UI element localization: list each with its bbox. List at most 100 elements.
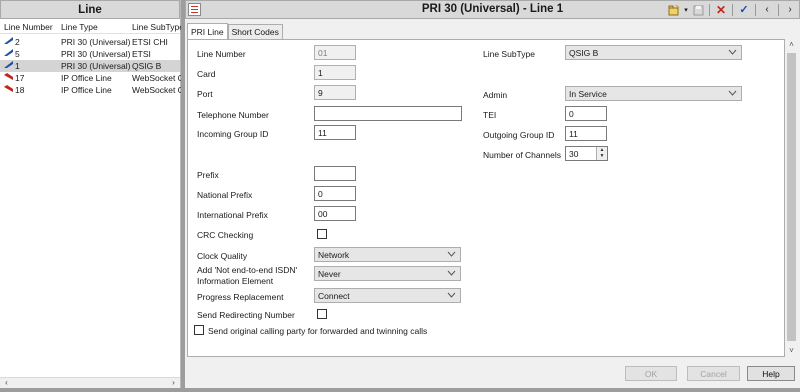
detail-title-bar: PRI 30 (Universal) - Line 1 ▾ ✕ ✓ ‹ › <box>185 0 800 19</box>
national-prefix-input[interactable]: 0 <box>314 186 356 201</box>
column-header-line-subtype[interactable]: Line SubType <box>132 22 184 32</box>
column-header-line-number[interactable]: Line Number <box>4 22 53 32</box>
line-number-cell: 17 <box>15 73 25 83</box>
previous-icon[interactable]: ‹ <box>760 4 774 17</box>
line-subtype-cell: ETSI <box>132 49 151 59</box>
telephone-number-input[interactable] <box>314 106 462 121</box>
save-icon[interactable] <box>691 4 705 17</box>
prefix-input[interactable] <box>314 166 356 181</box>
tei-input[interactable]: 0 <box>565 106 607 121</box>
line-type-cell: PRI 30 (Universal) <box>61 37 131 47</box>
vertical-scrollbar[interactable]: ˄ ˅ <box>785 39 798 357</box>
send-original-calling-party-label: Send original calling party for forwarde… <box>208 326 428 336</box>
line-number-cell: 5 <box>15 49 20 59</box>
pri-line-icon <box>4 37 13 44</box>
help-button[interactable]: Help <box>747 366 795 381</box>
progress-replacement-value: Connect <box>318 291 350 301</box>
line-list-panel: Line Line Number Line Type Line SubType … <box>0 0 184 388</box>
chevron-down-icon <box>728 88 737 98</box>
line-number-field: 01 <box>314 45 356 60</box>
not-end-to-end-label-line1: Add 'Not end-to-end ISDN' <box>197 265 298 275</box>
line-row[interactable]: 17 IP Office Line WebSocket C <box>0 72 184 84</box>
send-original-calling-party-checkbox[interactable] <box>194 325 204 335</box>
port-label: Port <box>197 89 213 99</box>
detail-toolbar: ▾ ✕ ✓ ‹ › <box>667 3 797 17</box>
admin-value: In Service <box>569 89 607 99</box>
incoming-group-id-input[interactable]: 11 <box>314 125 356 140</box>
number-of-channels-label: Number of Channels <box>483 150 561 160</box>
line-list-header: Line Number Line Type Line SubType <box>0 19 184 34</box>
tab-short-codes[interactable]: Short Codes <box>227 24 283 39</box>
international-prefix-input[interactable]: 00 <box>314 206 356 221</box>
number-of-channels-value: 30 <box>569 149 579 159</box>
line-number-cell: 18 <box>15 85 25 95</box>
new-icon[interactable] <box>667 4 681 17</box>
line-row[interactable]: 5 PRI 30 (Universal) ETSI <box>0 48 180 60</box>
line-row[interactable]: 1 PRI 30 (Universal) QSIG B <box>0 60 180 72</box>
scrollbar-thumb[interactable] <box>787 53 796 341</box>
clock-quality-label: Clock Quality <box>197 251 248 261</box>
line-subtype-label: Line SubType <box>483 49 535 59</box>
line-number-label: Line Number <box>197 49 246 59</box>
progress-replacement-label: Progress Replacement <box>197 292 284 302</box>
scroll-up-icon[interactable]: ˄ <box>785 39 798 51</box>
chevron-down-icon <box>728 47 737 57</box>
pri-line-icon <box>4 61 13 68</box>
delete-icon[interactable]: ✕ <box>714 4 728 17</box>
line-subtype-cell: WebSocket C <box>132 73 184 83</box>
line-type-cell: PRI 30 (Universal) <box>61 61 131 71</box>
stepper-down-icon[interactable]: ▼ <box>597 153 607 159</box>
line-list: 2 PRI 30 (Universal) ETSI CHI 5 PRI 30 (Univ… <box>0 36 184 96</box>
crc-checking-label: CRC Checking <box>197 230 254 240</box>
pri-line-icon <box>4 49 13 56</box>
toolbar-separator <box>732 4 733 16</box>
chevron-down-icon <box>447 290 456 300</box>
not-end-to-end-label-line2: Information Element <box>197 276 274 286</box>
line-subtype-cell: ETSI CHI <box>132 37 168 47</box>
national-prefix-label: National Prefix <box>197 190 253 200</box>
line-subtype-cell: QSIG B <box>132 61 162 71</box>
scroll-down-icon[interactable]: ˅ <box>785 345 798 357</box>
not-end-to-end-select[interactable]: Never <box>314 266 461 281</box>
not-end-to-end-value: Never <box>318 269 341 279</box>
clock-quality-value: Network <box>318 250 350 260</box>
clock-quality-select[interactable]: Network <box>314 247 461 262</box>
line-type-cell: IP Office Line <box>61 73 112 83</box>
card-label: Card <box>197 69 216 79</box>
admin-select[interactable]: In Service <box>565 86 742 101</box>
scroll-left-icon[interactable]: ‹ <box>1 378 12 388</box>
admin-label: Admin <box>483 90 508 100</box>
international-prefix-label: International Prefix <box>197 210 268 220</box>
send-redirecting-number-label: Send Redirecting Number <box>197 310 295 320</box>
send-redirecting-number-checkbox[interactable] <box>317 309 327 319</box>
next-icon[interactable]: › <box>783 4 797 17</box>
toolbar-separator <box>778 4 779 16</box>
line-subtype-select[interactable]: QSIG B <box>565 45 742 60</box>
prefix-label: Prefix <box>197 170 219 180</box>
detail-tabs: PRI Line Short Codes <box>187 23 283 39</box>
line-subtype-value: QSIG B <box>569 48 599 58</box>
crc-checking-checkbox[interactable] <box>317 229 327 239</box>
line-row[interactable]: 18 IP Office Line WebSocket C <box>0 84 184 96</box>
checkmark-icon[interactable]: ✓ <box>737 4 751 17</box>
new-dropdown-icon[interactable]: ▾ <box>683 4 689 17</box>
line-number-cell: 1 <box>15 61 20 71</box>
outgoing-group-id-input[interactable]: 11 <box>565 126 607 141</box>
scroll-right-icon[interactable]: › <box>168 378 179 388</box>
ip-office-line-icon <box>4 73 13 80</box>
left-horizontal-scrollbar[interactable]: ‹ › <box>0 377 180 388</box>
port-field: 9 <box>314 85 356 100</box>
tab-pri-line[interactable]: PRI Line <box>187 23 228 39</box>
telephone-number-label: Telephone Number <box>197 110 269 120</box>
line-number-cell: 2 <box>15 37 20 47</box>
number-of-channels-stepper[interactable]: 30 ▲ ▼ <box>565 146 608 161</box>
line-row[interactable]: 2 PRI 30 (Universal) ETSI CHI <box>0 36 180 48</box>
toolbar-separator <box>709 4 710 16</box>
column-header-line-type[interactable]: Line Type <box>61 22 98 32</box>
status-strip <box>0 388 800 392</box>
pri-line-form: Line Number 01 Card 1 Port 9 Telephone N… <box>187 39 785 357</box>
line-list-title: Line <box>0 0 180 19</box>
ok-button[interactable]: OK <box>625 366 677 381</box>
cancel-button[interactable]: Cancel <box>687 366 740 381</box>
progress-replacement-select[interactable]: Connect <box>314 288 461 303</box>
